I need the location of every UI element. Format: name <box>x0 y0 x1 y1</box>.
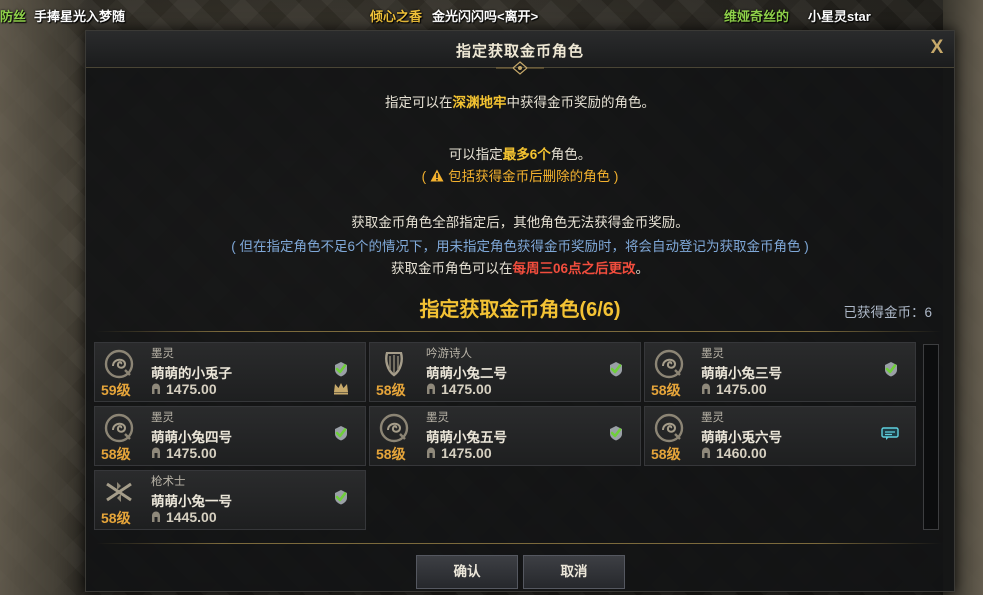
character-card[interactable]: 58级 枪术士萌萌小兔一号 1445.00 <box>94 470 366 530</box>
scrollbar[interactable] <box>923 344 939 530</box>
character-class: 墨灵 <box>151 412 174 424</box>
character-name: 萌萌的小兎子 <box>151 366 232 381</box>
class-mage-icon <box>103 348 135 380</box>
class-bard-icon <box>378 348 410 380</box>
player-name: 金光闪闪吗<离开> <box>432 9 539 24</box>
background-player-names: 防丝 手捧星光入梦随 倾心之香 金光闪闪吗<离开> 维娅奇丝的 小星灵star <box>0 0 983 28</box>
helmet-icon <box>701 382 711 394</box>
character-name: 萌萌小兔四号 <box>151 430 232 445</box>
helmet-icon <box>151 446 161 458</box>
player-guild-tag: 维娅奇丝的 <box>724 9 790 24</box>
character-class: 枪术士 <box>151 476 186 488</box>
class-gunlancer-icon <box>103 476 135 508</box>
gold-check-icon[interactable] <box>333 489 349 505</box>
gold-check-icon[interactable] <box>333 425 349 441</box>
character-name: 萌萌小兔三号 <box>701 366 782 381</box>
warning-icon <box>430 169 444 182</box>
chat-bubble-icon <box>881 427 899 441</box>
dialog-title: 指定获取金币角色 <box>455 43 584 60</box>
player-name: 小星灵star <box>808 9 871 24</box>
divider <box>96 543 942 544</box>
confirm-button[interactable]: 确认 <box>416 555 518 589</box>
item-level-value: 1475.00 <box>716 381 767 397</box>
close-button[interactable]: X <box>926 37 948 59</box>
class-mage-icon <box>103 412 135 444</box>
item-level: 1475.00 <box>426 445 492 461</box>
character-class: 墨灵 <box>701 412 724 424</box>
description-line-6: 获取金币角色可以在每周三06点之后更改。 <box>390 261 650 276</box>
gold-check-icon[interactable] <box>608 361 624 377</box>
character-card[interactable]: 58级 吟游诗人萌萌小兔二号 1475.00 <box>369 342 641 402</box>
gold-check-icon[interactable] <box>333 361 349 377</box>
title-ornament-icon <box>496 61 544 75</box>
helmet-icon <box>701 446 711 458</box>
item-level-value: 1475.00 <box>166 445 217 461</box>
description-line-1: 指定可以在深渊地牢中获得金币奖励的角色。 <box>385 95 655 110</box>
character-class: 墨灵 <box>426 412 449 424</box>
cancel-button[interactable]: 取消 <box>523 555 625 589</box>
player-guild-tag: 防丝 <box>0 9 27 24</box>
gold-earned-count: 已获得金币：6 <box>843 305 932 320</box>
gold-check-icon[interactable] <box>883 361 899 377</box>
character-card[interactable]: 58级 墨灵萌萌小兔四号 1475.00 <box>94 406 366 466</box>
character-class: 墨灵 <box>151 348 174 360</box>
gold-check-icon[interactable] <box>608 425 624 441</box>
background-left-scenery <box>0 0 90 595</box>
gold-character-dialog: 指定获取金币角色 X 指定可以在深渊地牢中获得金币奖励的角色。 可以指定最多6个… <box>85 30 955 592</box>
item-level: 1475.00 <box>426 381 492 397</box>
item-level: 1460.00 <box>701 445 767 461</box>
dungeon-name: 深渊地牢 <box>452 95 507 110</box>
class-mage-icon <box>653 412 685 444</box>
helmet-icon <box>426 446 436 458</box>
character-level: 59级 <box>101 382 131 398</box>
item-level: 1475.00 <box>151 445 217 461</box>
item-level-value: 1475.00 <box>441 381 492 397</box>
character-level: 58级 <box>376 382 406 398</box>
item-level-value: 1475.00 <box>166 381 217 397</box>
character-card[interactable]: 58级 墨灵萌萌小兎六号 1460.00 <box>644 406 916 466</box>
character-name: 萌萌小兔一号 <box>151 494 232 509</box>
item-level-value: 1475.00 <box>441 445 492 461</box>
item-level-value: 1460.00 <box>716 445 767 461</box>
item-level: 1475.00 <box>701 381 767 397</box>
character-card[interactable]: 59级 墨灵萌萌的小兎子 1475.00 <box>94 342 366 402</box>
section-title: 指定获取金币角色(6/6) <box>419 299 621 321</box>
max-count: 最多6个 <box>502 147 551 162</box>
item-level: 1475.00 <box>151 381 217 397</box>
character-level: 58级 <box>101 510 131 526</box>
item-level-value: 1445.00 <box>166 509 217 525</box>
character-class: 吟游诗人 <box>426 348 472 360</box>
change-time: 每周三06点之后更改 <box>512 261 636 276</box>
character-name: 萌萌小兔二号 <box>426 366 507 381</box>
character-card[interactable]: 58级 墨灵萌萌小兔三号 1475.00 <box>644 342 916 402</box>
divider <box>96 331 942 332</box>
character-grid: 59级 墨灵 萌萌的小兎子 1475.00 58级 吟游诗人 萌萌小兔二号 1475.00 58… <box>92 339 918 535</box>
player-guild-tag: 倾心之香 <box>370 9 423 24</box>
helmet-icon <box>151 510 161 522</box>
character-level: 58级 <box>376 446 406 462</box>
class-mage-icon <box>653 348 685 380</box>
description-line-4: 获取金币角色全部指定后，其他角色无法获得金币奖励。 <box>351 215 689 230</box>
class-mage-icon <box>378 412 410 444</box>
character-level: 58级 <box>651 382 681 398</box>
description-line-5: ( 但在指定角色不足6个的情况下，用未指定角色获得金币奖励时，将会自动登记为获取… <box>231 239 809 254</box>
helmet-icon <box>151 382 161 394</box>
description-line-3: (包括获得金币后删除的角色 ) <box>421 169 619 184</box>
character-card[interactable]: 58级 墨灵萌萌小兔五号 1475.00 <box>369 406 641 466</box>
character-level: 58级 <box>651 446 681 462</box>
item-level: 1445.00 <box>151 509 217 525</box>
character-name: 萌萌小兎六号 <box>701 430 782 445</box>
helmet-icon <box>426 382 436 394</box>
character-level: 58级 <box>101 446 131 462</box>
description-line-2: 可以指定最多6个角色。 <box>448 147 592 162</box>
crown-icon <box>333 381 349 395</box>
character-name: 萌萌小兔五号 <box>426 430 507 445</box>
character-class: 墨灵 <box>701 348 724 360</box>
player-name: 手捧星光入梦随 <box>34 9 126 24</box>
